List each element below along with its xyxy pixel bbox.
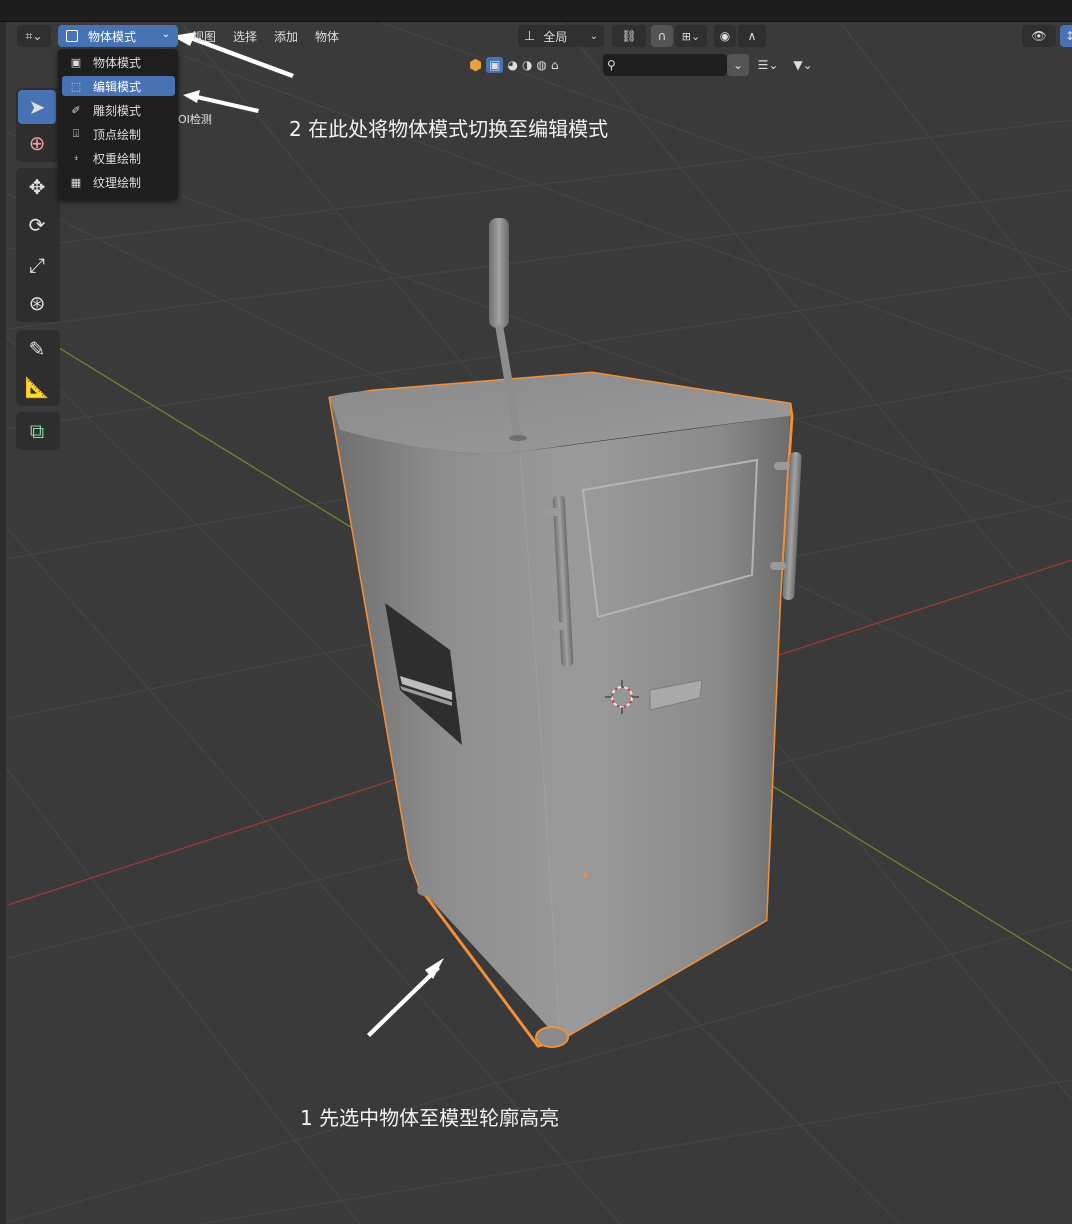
foot-left (417, 884, 433, 896)
annotation-step-2: 2 在此处将物体模式切换至编辑模式 (289, 117, 609, 141)
snap-increment-icon: ⊞⌄ (681, 29, 701, 43)
magnet-icon: ∩ (657, 29, 667, 43)
menu-object[interactable]: 物体 (315, 28, 339, 45)
editor-type-button[interactable]: ⌗⌄ (17, 25, 51, 47)
list-icon: ☰⌄ (757, 58, 779, 72)
color-cube-icon[interactable]: ⬢ (469, 56, 482, 74)
tool-move[interactable]: ✥ (18, 170, 56, 204)
3d-viewport[interactable] (0, 22, 1072, 1224)
eye-icon: 👁 (1031, 29, 1047, 43)
orientation-axes-icon: ⊥ (524, 28, 536, 44)
add-cube-icon: ⧉ (29, 419, 45, 443)
snap-target-button[interactable]: ⊞⌄ (675, 25, 707, 47)
vertex-paint-icon: ⍗ (72, 127, 80, 140)
cursor-arrow-icon: ➤ (28, 95, 46, 119)
annotation-arrow-object (367, 958, 444, 1037)
axes-icon: ⌗⌄ (25, 28, 43, 43)
sculpt-mode-icon: ✐ (71, 103, 81, 117)
tool-add-cube[interactable]: ⧉ (18, 414, 56, 448)
menu-item-label: 顶点绘制 (93, 127, 142, 142)
cabinet-body (330, 398, 790, 1040)
toolbar-group-transform: ✥ ⟳ ⤢ ⊛ (16, 168, 60, 322)
menu-item-sculpt-mode[interactable]: ✐ 雕刻模式 (62, 100, 175, 120)
object-mode-icon (66, 30, 78, 42)
interaction-mode-label: 物体模式 (88, 29, 137, 44)
edit-mode-icon: ⬚ (70, 79, 82, 93)
list-options-button[interactable]: ☰⌄ (751, 54, 785, 76)
chevron-down-icon: ⌄ (732, 58, 744, 72)
window-top-strip (0, 0, 1072, 22)
transform-orientation-label: 全局 (543, 29, 568, 44)
search-options-button[interactable]: ⌄ (727, 54, 749, 76)
cursor-target-icon: ⊕ (28, 131, 46, 155)
scale-icon: ⤢ (29, 253, 45, 277)
toolbar-group-select: ➤ ⊕ (16, 88, 60, 162)
rendered-shading-icon[interactable]: ◍ (536, 58, 546, 72)
interaction-mode-menu: ▣ 物体模式 ⬚ 编辑模式 ✐ 雕刻模式 ⍗ 顶点绘制 ⍖ 权重绘制 ▦ 纹理绘… (58, 49, 178, 200)
tool-scale[interactable]: ⤢ (18, 248, 56, 282)
snap-toggle[interactable]: ∩ (651, 25, 673, 47)
menu-item-edit-mode[interactable]: ⬚ 编辑模式 (62, 76, 175, 96)
menu-item-label: 编辑模式 (93, 79, 142, 94)
menu-item-label: 纹理绘制 (93, 175, 142, 190)
material-shading-icon[interactable]: ◑ (522, 58, 532, 72)
paint-bucket-icon[interactable]: ⌂ (551, 58, 559, 72)
select-box-icon[interactable]: ▣ (486, 57, 504, 73)
tool-cursor[interactable]: ⊕ (18, 126, 56, 160)
texture-paint-icon: ▦ (70, 175, 82, 189)
proportional-edit-toggle[interactable]: ◉ (714, 25, 736, 47)
menu-item-label: 物体模式 (93, 55, 142, 70)
transform-orientation-dropdown[interactable]: ⊥ 全局 ⌄ (518, 25, 604, 47)
move-arrows-icon: ✥ (28, 175, 46, 199)
tool-annotate[interactable]: ✎ (18, 332, 56, 366)
annotation-arrow-dropdown (183, 90, 259, 113)
interaction-mode-dropdown[interactable]: 物体模式 ⌄ (58, 25, 178, 47)
menu-item-label: 权重绘制 (93, 151, 142, 166)
toolbar-group-add: ⧉ (16, 412, 60, 450)
menu-item-texture-paint[interactable]: ▦ 纹理绘制 (62, 172, 175, 192)
menu-add[interactable]: 添加 (274, 28, 298, 45)
selection-mode-toggles: ⬢ ▣ ◕ ◑ ◍ ⌂ (469, 54, 599, 76)
pivot-icon: ⛓ (621, 29, 637, 43)
left-edge-panel (0, 22, 6, 1224)
object-origin (583, 873, 587, 877)
menu-view[interactable]: 视图 (192, 28, 216, 45)
weight-paint-icon: ⍖ (72, 151, 80, 164)
search-icon: ⚲ (607, 58, 616, 72)
solid-shading-icon[interactable]: ◕ (507, 58, 517, 72)
transform-icon: ⊛ (28, 291, 46, 315)
search-input[interactable]: ⚲ (603, 54, 727, 76)
rotate-icon: ⟳ (28, 213, 46, 237)
tool-select-box[interactable]: ➤ (18, 90, 56, 124)
toolbar-group-annotate: ✎ 📐 (16, 330, 60, 406)
menu-item-object-mode[interactable]: ▣ 物体模式 (62, 52, 175, 72)
gizmo-icon: ↕ (1064, 29, 1072, 43)
ruler-icon: 📐 (24, 375, 50, 399)
visibility-button[interactable]: 👁 (1022, 25, 1056, 47)
chevron-down-icon: ⌄ (589, 30, 598, 42)
filter-button[interactable]: ▼⌄ (786, 54, 820, 76)
pencil-icon: ✎ (28, 337, 46, 361)
tool-measure[interactable]: 📐 (18, 370, 56, 404)
tool-transform[interactable]: ⊛ (18, 286, 56, 320)
menu-item-label: 雕刻模式 (93, 103, 142, 118)
menu-select[interactable]: 选择 (233, 28, 257, 45)
falloff-button[interactable]: ∧ (738, 25, 766, 47)
foot-front (535, 1026, 569, 1048)
filter-icon: ▼⌄ (793, 58, 813, 72)
tool-rotate[interactable]: ⟳ (18, 208, 56, 242)
falloff-curve-icon: ∧ (747, 29, 757, 43)
pivot-point-button[interactable]: ⛓ (612, 25, 646, 47)
menu-item-weight-paint[interactable]: ⍖ 权重绘制 (62, 148, 175, 168)
partial-checkbox-label: OI检测 (178, 113, 212, 126)
annotation-step-1: 1 先选中物体至模型轮廓高亮 (300, 1106, 560, 1130)
gizmo-toggle[interactable]: ↕ (1060, 25, 1072, 47)
menu-item-vertex-paint[interactable]: ⍗ 顶点绘制 (62, 124, 175, 144)
object-mode-icon: ▣ (70, 55, 82, 69)
proportional-edit-icon: ◉ (719, 29, 731, 43)
chevron-down-icon: ⌄ (161, 29, 170, 40)
